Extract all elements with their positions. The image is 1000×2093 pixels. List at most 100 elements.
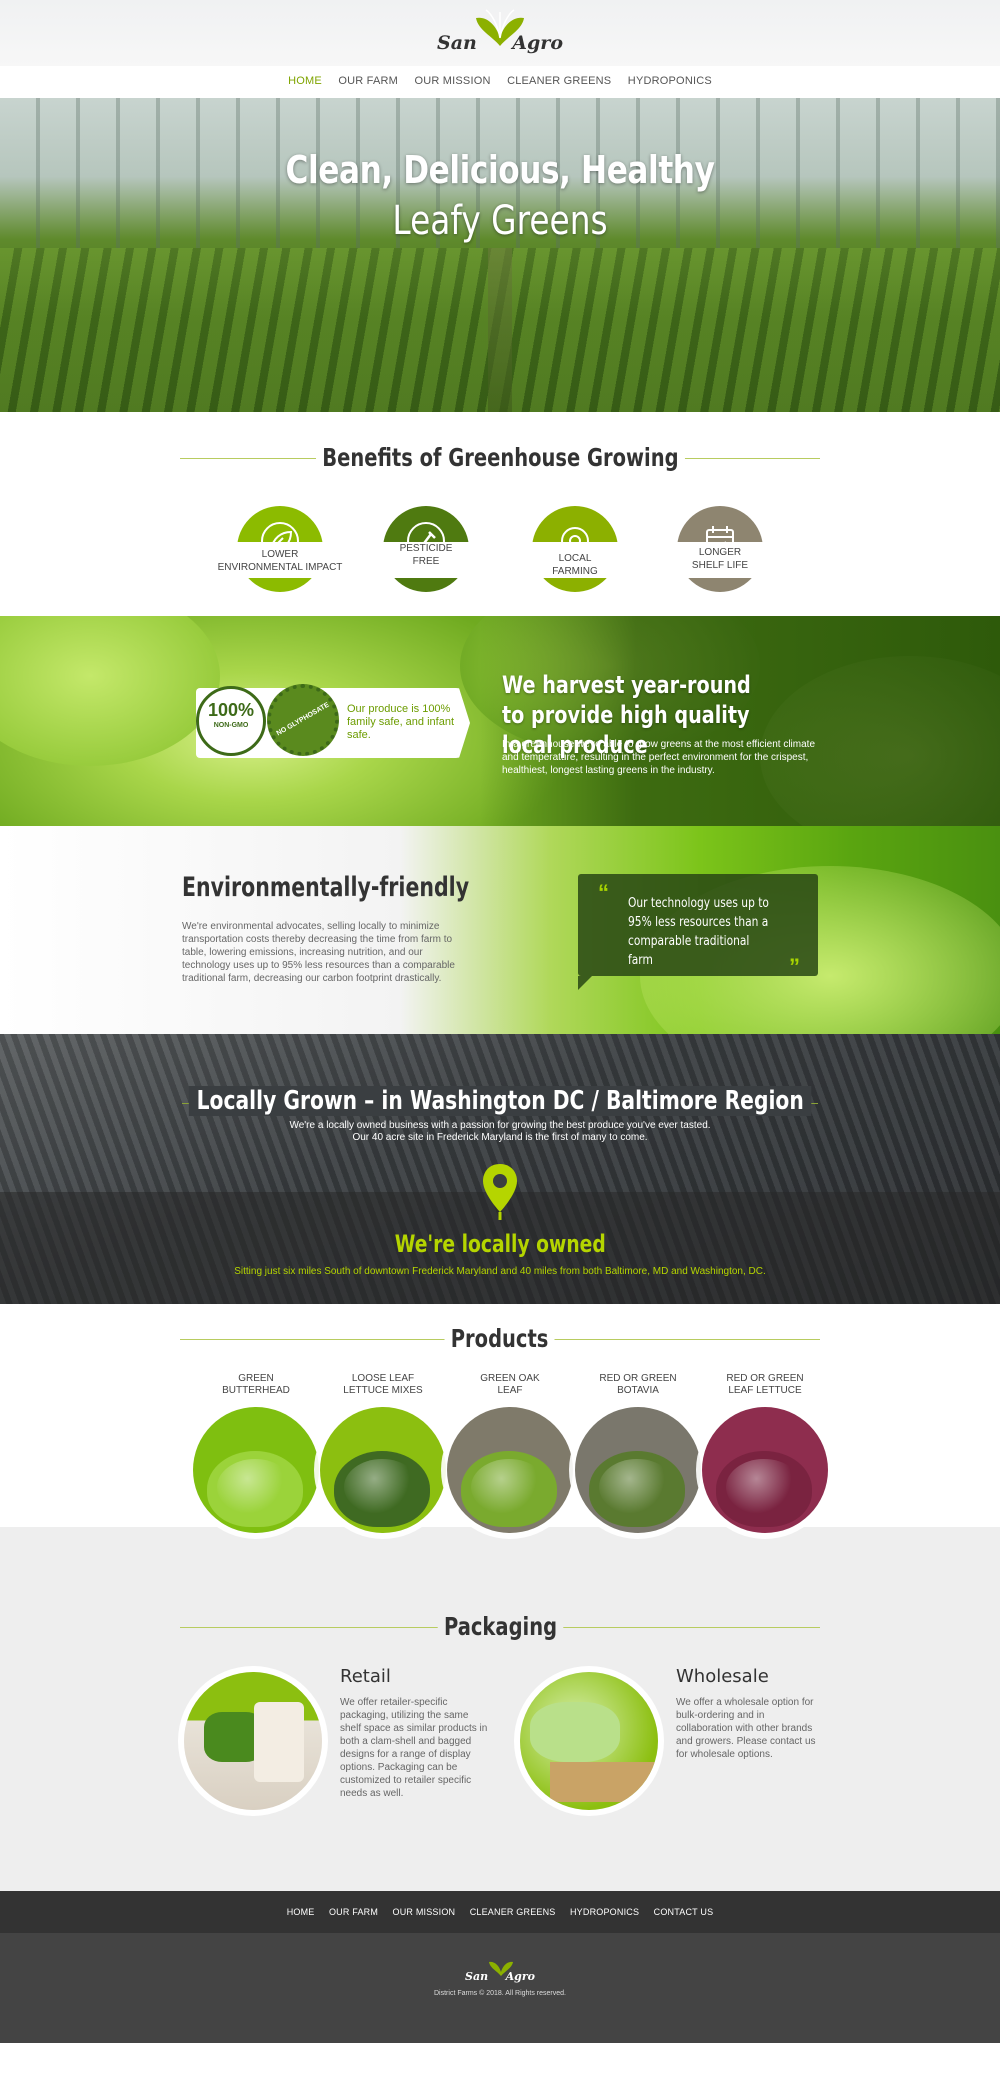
wholesale-description: We offer a wholesale option for bulk-ord… bbox=[676, 1697, 816, 1760]
benefit-pesticide-free: PESTICIDE FREE bbox=[351, 506, 501, 592]
local-heading: Locally Grown – in Washington DC / Balti… bbox=[0, 1086, 1000, 1116]
benefit-label: LOCAL FARMING bbox=[500, 542, 650, 578]
greenhouse-aisle bbox=[488, 248, 512, 412]
non-gmo-label: NON-GMO bbox=[213, 722, 249, 729]
map-pin-icon bbox=[483, 1164, 517, 1220]
logo-text-agro: Agro bbox=[512, 32, 563, 54]
product-leaf-lettuce[interactable]: RED OR GREEN LEAF LETTUCE bbox=[700, 1373, 830, 1533]
site-logo[interactable]: San Agro bbox=[437, 8, 563, 56]
product-label: RED OR GREEN LEAF LETTUCE bbox=[726, 1373, 804, 1396]
benefit-label-line2: ENVIRONMENTAL IMPACT bbox=[217, 562, 343, 573]
local-description: We're a locally owned business with a pa… bbox=[0, 1120, 1000, 1144]
nav-hydroponics[interactable]: HYDROPONICS bbox=[628, 75, 712, 87]
product-green-oak-leaf[interactable]: GREEN OAK LEAF bbox=[445, 1373, 575, 1533]
close-quote-icon: ” bbox=[789, 954, 800, 979]
nav-our-mission[interactable]: OUR MISSION bbox=[414, 75, 490, 87]
wholesale-image bbox=[520, 1672, 658, 1810]
non-gmo-percent: 100% bbox=[207, 700, 255, 720]
benefit-label-line1: LOWER bbox=[261, 549, 299, 560]
owned-heading: We're locally owned bbox=[0, 1230, 1000, 1258]
benefits-title: Benefits of Greenhouse Growing bbox=[315, 443, 685, 473]
wholesale-title: Wholesale bbox=[676, 1666, 769, 1687]
quote-box: “ Our technology uses up to 95% less res… bbox=[578, 874, 818, 990]
footer bbox=[0, 1933, 1000, 2043]
retail-title: Retail bbox=[340, 1666, 391, 1687]
products-background bbox=[0, 1527, 1000, 1891]
quote-text: Our technology uses up to 95% less resou… bbox=[628, 896, 769, 968]
local-description-line2: Our 40 acre site in Frederick Maryland i… bbox=[352, 1132, 648, 1143]
no-glyphosate-badge: NO GLYPHOSATE bbox=[267, 684, 339, 756]
benefit-label: PESTICIDE FREE bbox=[351, 542, 501, 578]
benefit-label-line1: LONGER bbox=[698, 547, 742, 558]
product-botavia[interactable]: RED OR GREEN BOTAVIA bbox=[573, 1373, 703, 1533]
local-title: Locally Grown – in Washington DC / Balti… bbox=[188, 1086, 812, 1116]
bok-choy-image bbox=[530, 1702, 620, 1762]
wooden-crate-image bbox=[550, 1762, 658, 1802]
non-gmo-badge: 100% NON-GMO bbox=[196, 686, 266, 756]
benefit-label: LOWER ENVIRONMENTAL IMPACT bbox=[205, 542, 355, 578]
footer-nav-our-mission[interactable]: OUR MISSION bbox=[393, 1907, 456, 1917]
hero-banner bbox=[0, 98, 1000, 412]
owned-description: Sitting just six miles South of downtown… bbox=[234, 1266, 766, 1277]
site-header: San Agro bbox=[0, 0, 1000, 66]
harvest-section bbox=[0, 616, 1000, 826]
product-image bbox=[320, 1407, 446, 1533]
product-image bbox=[702, 1407, 828, 1533]
no-glyphosate-label: NO GLYPHOSATE bbox=[275, 701, 331, 738]
product-label: GREEN BUTTERHEAD bbox=[222, 1373, 290, 1396]
product-image bbox=[193, 1407, 319, 1533]
safety-callout-text: Our produce is 100% family safe, and inf… bbox=[347, 703, 455, 741]
footer-logo-text-san: San bbox=[465, 1970, 489, 1983]
benefit-local-farming: LOCAL FARMING bbox=[500, 506, 650, 592]
lettuce-image bbox=[716, 1451, 812, 1527]
local-description-line1: We're a locally owned business with a pa… bbox=[289, 1120, 711, 1131]
footer-nav-contact-us[interactable]: CONTACT US bbox=[654, 1907, 714, 1917]
benefit-label-line2: FARMING bbox=[552, 566, 598, 577]
benefit-label: LONGER SHELF LIFE bbox=[645, 542, 795, 578]
benefit-shelf-life: LONGER SHELF LIFE bbox=[645, 506, 795, 592]
product-green-butterhead[interactable]: GREEN BUTTERHEAD bbox=[191, 1373, 321, 1533]
environment-section bbox=[0, 826, 1000, 1034]
nav-our-farm[interactable]: OUR FARM bbox=[338, 75, 398, 87]
retail-description: We offer retailer-specific packaging, ut… bbox=[340, 1697, 488, 1799]
benefit-label-line2: SHELF LIFE bbox=[691, 560, 749, 571]
lettuce-leaf-image bbox=[0, 616, 220, 766]
lettuce-image bbox=[589, 1451, 685, 1527]
product-image bbox=[447, 1407, 573, 1533]
owned-title: We're locally owned bbox=[394, 1230, 606, 1258]
footer-nav-cleaner-greens[interactable]: CLEANER GREENS bbox=[470, 1907, 556, 1917]
footer-logo[interactable]: San Agro bbox=[465, 1957, 535, 1983]
benefit-label-line2: FREE bbox=[412, 556, 440, 567]
harvest-description: In a greenhouse we're able to grow green… bbox=[502, 739, 816, 776]
lettuce-image bbox=[461, 1451, 557, 1527]
retail-image bbox=[184, 1672, 322, 1810]
hero-subtitle: Leafy Greens bbox=[392, 198, 608, 244]
product-label: RED OR GREEN BOTAVIA bbox=[599, 1373, 677, 1396]
packaging-title: Packaging bbox=[437, 1612, 563, 1642]
lettuce-image bbox=[207, 1451, 303, 1527]
environment-description: We're environmental advocates, selling l… bbox=[182, 921, 455, 984]
lettuce-image bbox=[334, 1451, 430, 1527]
footer-logo-text-agro: Agro bbox=[505, 1970, 535, 1983]
footer-nav-our-farm[interactable]: OUR FARM bbox=[329, 1907, 378, 1917]
benefits-heading: Benefits of Greenhouse Growing bbox=[180, 443, 820, 473]
benefit-environmental: LOWER ENVIRONMENTAL IMPACT bbox=[205, 506, 355, 592]
footer-nav-hydroponics[interactable]: HYDROPONICS bbox=[570, 1907, 639, 1917]
footer-nav: HOME OUR FARM OUR MISSION CLEANER GREENS… bbox=[0, 1891, 1000, 1933]
main-nav: HOME OUR FARM OUR MISSION CLEANER GREENS… bbox=[0, 68, 1000, 96]
copyright: District Farms © 2018. All Rights reserv… bbox=[434, 1990, 566, 1997]
footer-nav-home[interactable]: HOME bbox=[287, 1907, 315, 1917]
hero-title: Clean, Delicious, Healthy bbox=[285, 148, 715, 192]
benefit-label-line1: PESTICIDE bbox=[399, 543, 453, 554]
product-label: LOOSE LEAF LETTUCE MIXES bbox=[343, 1373, 423, 1396]
product-loose-leaf[interactable]: LOOSE LEAF LETTUCE MIXES bbox=[318, 1373, 448, 1533]
products-heading: Products bbox=[180, 1324, 820, 1354]
environment-title: Environmentally-friendly bbox=[182, 872, 470, 903]
retail-box-image bbox=[254, 1702, 304, 1782]
products-title: Products bbox=[444, 1324, 556, 1354]
product-image bbox=[575, 1407, 701, 1533]
nav-home[interactable]: HOME bbox=[288, 75, 322, 87]
logo-text-san: San bbox=[437, 32, 477, 54]
open-quote-icon: “ bbox=[598, 880, 609, 905]
nav-cleaner-greens[interactable]: CLEANER GREENS bbox=[507, 75, 611, 87]
